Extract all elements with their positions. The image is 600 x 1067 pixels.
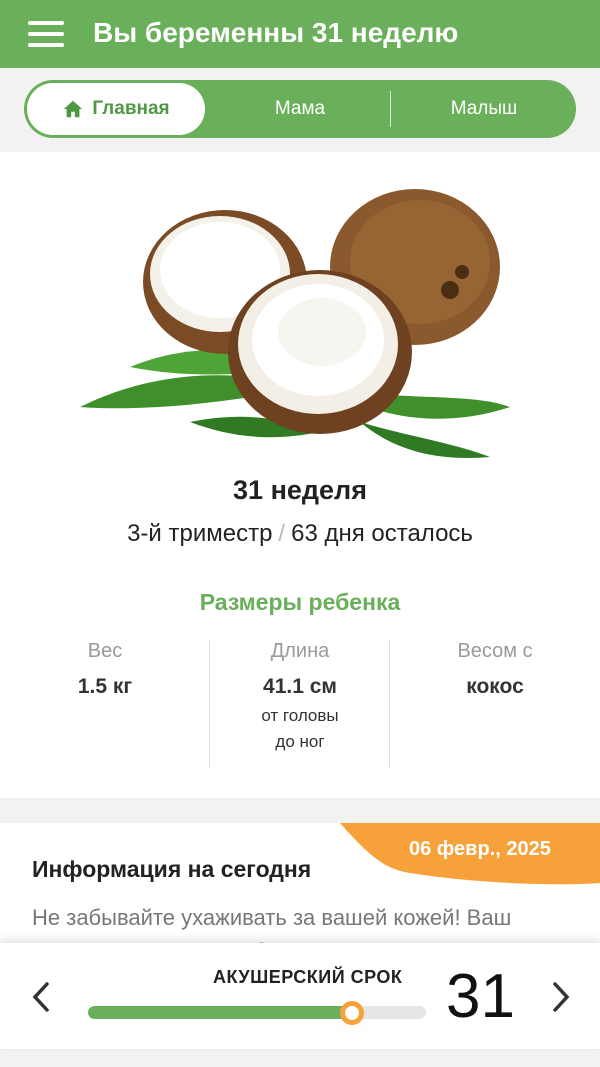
info-title: Информация на сегодня [32,856,312,882]
tab-divider [390,91,391,127]
divider [389,640,390,768]
week-slider-handle[interactable] [340,1001,364,1025]
app-header: Вы беременны 31 неделю [0,0,600,68]
length-metric: Длина 41.1 см от головы до ног [210,640,390,755]
daily-info-card[interactable]: 06 февр., 2025 Информация на сегодня Не … [0,823,600,947]
coconut-image [80,189,510,458]
page-title: Вы беременны 31 неделю [93,17,459,48]
chevron-right-icon[interactable] [550,981,572,1013]
weight-label: Вес [87,640,123,662]
chevron-left-icon[interactable] [30,981,52,1013]
weight-metric: Вес 1.5 кг [15,640,195,699]
baby-sizes: Вес 1.5 кг Длина 41.1 см от головы до но… [0,640,600,768]
compare-metric: Весом с кокос [405,640,585,699]
length-value: 41.1 см [263,675,337,698]
trimester-label: 3-й триместр [127,520,273,547]
info-text: Не забывайте ухаживать за вашей кожей! В… [32,905,512,947]
compare-label: Весом с [457,640,533,662]
length-note-line1: от головы [261,706,339,725]
length-note-line2: до ног [275,732,325,751]
length-label: Длина [270,640,330,662]
obstetric-term-label: АКУШЕРСКИЙ СРОК [213,967,403,987]
compare-value: кокос [466,675,524,698]
weight-value: 1.5 кг [77,675,133,698]
week-progress-fill [88,1006,352,1019]
home-icon [64,100,83,118]
trimester-info: 3-й триместр/63 дня осталось [0,520,600,548]
tab-home-label: Главная [92,98,170,119]
week-summary-card: 31 неделя 3-й триместр/63 дня осталось Р… [0,152,600,798]
week-progress-track[interactable] [88,1006,426,1019]
separator: / [278,520,286,547]
current-week-number: 31 [446,962,515,1031]
length-note: от головы до ног [210,703,390,755]
tab-baby[interactable]: Малыш [392,80,576,138]
obstetric-term-bar: АКУШЕРСКИЙ СРОК 31 [0,943,600,1049]
week-title: 31 неделя [233,475,367,505]
baby-sizes-title: Размеры ребенка [199,589,401,615]
days-left: 63 дня осталось [291,520,473,547]
tabs-bar: Главная Мама Малыш [0,68,600,152]
tab-home[interactable]: Главная [27,83,205,135]
hamburger-menu-icon[interactable] [28,21,64,47]
tab-mama[interactable]: Мама [210,80,390,138]
tab-group: Главная Мама Малыш [24,80,576,138]
info-date: 06 февр., 2025 [409,838,551,860]
